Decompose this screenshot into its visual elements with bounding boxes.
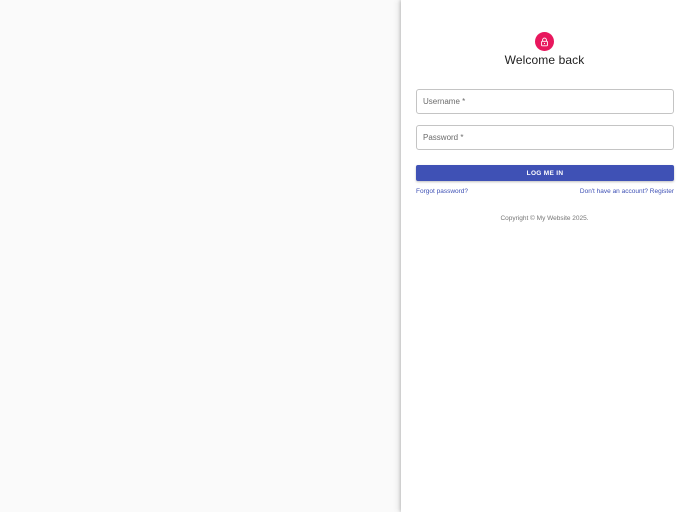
page-title: Welcome back [504,53,585,67]
username-input[interactable] [417,90,673,113]
username-field[interactable] [416,89,674,114]
background-panel [0,0,401,512]
lock-icon [540,37,549,47]
copyright-text: Copyright © My Website 2025. [500,215,589,222]
register-link[interactable]: Don't have an account? Register [580,188,674,195]
password-field[interactable] [416,125,674,150]
forgot-password-link[interactable]: Forgot password? [416,188,468,195]
login-button[interactable]: LOG ME IN [416,165,674,181]
login-page: Welcome back LOG ME IN Forgot password? … [0,0,688,512]
lock-avatar [535,32,554,51]
login-panel: Welcome back LOG ME IN Forgot password? … [401,0,688,512]
password-input[interactable] [417,126,673,149]
